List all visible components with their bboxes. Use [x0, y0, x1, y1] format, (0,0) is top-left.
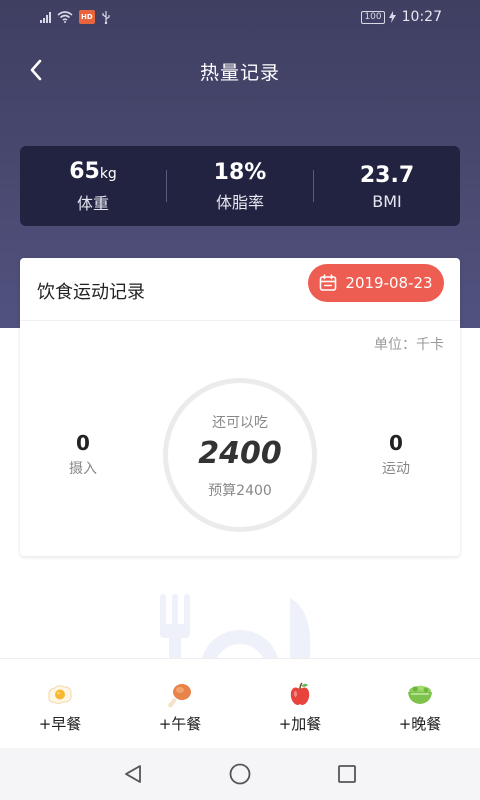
exercise-label: 运动	[382, 461, 410, 477]
intake-stat[interactable]: 0 摄入	[43, 430, 123, 478]
stat-bmi-label: BMI	[372, 191, 402, 211]
add-dinner-label: +晚餐	[398, 715, 442, 733]
status-right: 100 10:27	[361, 9, 442, 25]
system-back-button[interactable]	[113, 754, 153, 794]
body-stats-panel: 65kg 体重 18% 体脂率 23.7 BMI	[20, 146, 460, 226]
wifi-icon	[57, 11, 73, 23]
fork-knife-watermark-icon	[150, 590, 330, 658]
calendar-icon	[320, 274, 337, 291]
remaining-label: 还可以吃	[212, 415, 268, 431]
card-title: 饮食运动记录	[37, 282, 145, 303]
add-breakfast-button[interactable]: +早餐	[0, 659, 120, 748]
carrier-badge: HD	[79, 10, 95, 24]
status-time: 10:27	[401, 9, 442, 25]
remaining-calories: 2400	[198, 436, 282, 471]
fried-egg-icon	[48, 685, 72, 704]
signal-icon	[40, 11, 51, 23]
stat-body-fat[interactable]: 18% 体脂率	[167, 159, 313, 213]
date-label: 2019-08-23	[345, 274, 433, 292]
add-lunch-label: +午餐	[158, 715, 202, 733]
add-snack-label: +加餐	[278, 715, 322, 733]
stat-body-fat-value: 18%	[213, 160, 267, 185]
unit-label: 单位：千卡	[374, 337, 444, 353]
exercise-value: 0	[389, 431, 403, 455]
add-breakfast-label: +早餐	[38, 715, 82, 733]
page-title: 热量记录	[199, 62, 280, 84]
status-left: HD	[40, 10, 111, 24]
charging-icon	[388, 11, 396, 23]
triangle-back-icon	[125, 765, 142, 783]
diet-exercise-card: 饮食运动记录 2019-08-23 单位：千卡 0 摄入 还可以吃 2400 预…	[20, 258, 460, 556]
stat-weight-value: 65kg	[69, 159, 117, 184]
intake-value: 0	[76, 431, 90, 455]
stat-weight-label: 体重	[76, 194, 109, 213]
apple-icon	[290, 682, 310, 705]
system-navigation-bar	[0, 748, 480, 800]
intake-label: 摄入	[69, 461, 97, 477]
usb-icon	[102, 10, 110, 24]
budget-label: 预算2400	[208, 483, 272, 499]
meal-add-bar: +早餐 +午餐 +加餐 +晚餐	[0, 658, 480, 748]
date-picker-button[interactable]: 2019-08-23	[308, 264, 444, 302]
add-dinner-button[interactable]: +晚餐	[360, 659, 480, 748]
exercise-stat[interactable]: 0 运动	[356, 430, 436, 478]
status-bar: HD 100 10:27	[0, 0, 480, 36]
add-snack-button[interactable]: +加餐	[240, 659, 360, 748]
battery-indicator: 100	[361, 10, 385, 24]
card-divider	[20, 320, 460, 321]
stat-bmi-value: 23.7	[359, 162, 415, 188]
stat-bmi[interactable]: 23.7 BMI	[314, 162, 460, 211]
system-home-button[interactable]	[220, 754, 260, 794]
square-recents-icon	[337, 765, 356, 783]
system-recents-button[interactable]	[327, 754, 367, 794]
salad-bowl-icon	[408, 685, 432, 704]
chicken-leg-icon	[168, 684, 191, 708]
add-lunch-button[interactable]: +午餐	[120, 659, 240, 748]
circle-home-icon	[229, 763, 251, 785]
stat-body-fat-label: 体脂率	[215, 193, 264, 212]
stat-weight[interactable]: 65kg 体重	[20, 158, 166, 214]
